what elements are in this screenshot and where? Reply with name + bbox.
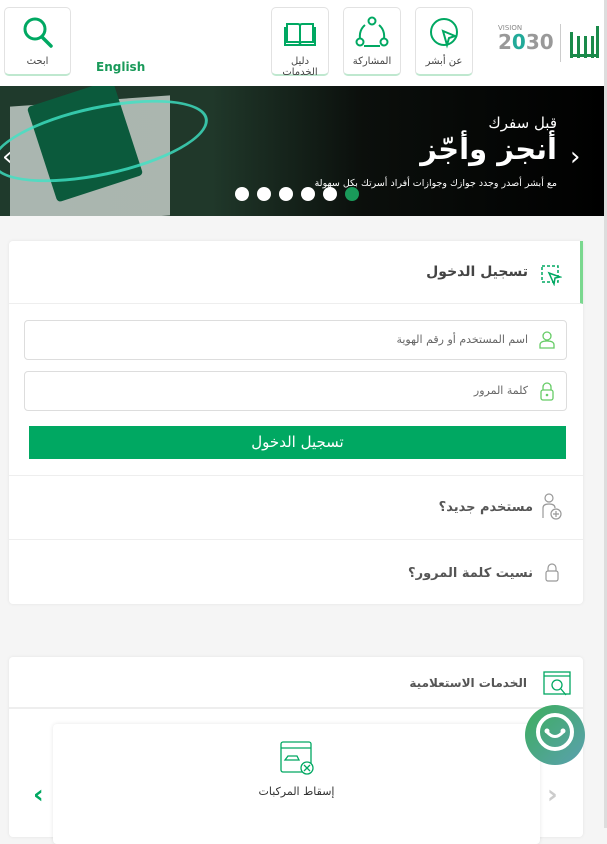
search-label: ابحث: [26, 56, 49, 67]
book-icon: [284, 23, 316, 46]
new-user-label: مستخدم جديد؟: [438, 500, 533, 515]
nav-label: المشاركة: [352, 56, 392, 67]
header: VISION 2030 عن أبشر المشاركة دليل الخدما…: [0, 0, 607, 86]
service-item[interactable]: إسقاط المركبات: [53, 724, 540, 844]
password-input[interactable]: كلمة المرور: [24, 371, 567, 411]
chat-assistant-button[interactable]: [525, 705, 585, 765]
slide-dot-active[interactable]: [345, 187, 359, 201]
nav-services-guide[interactable]: دليل الخدمات: [271, 7, 329, 78]
login-pointer-icon: [541, 265, 562, 286]
slide-dot[interactable]: [323, 187, 337, 201]
carousel-next-arrow[interactable]: ›: [547, 780, 558, 810]
add-user-icon: [542, 493, 562, 520]
login-header: تسجيل الدخول: [9, 241, 583, 304]
new-user-link[interactable]: مستخدم جديد؟: [9, 475, 583, 539]
slide-dot[interactable]: [279, 187, 293, 201]
nav-participation[interactable]: المشاركة: [343, 7, 401, 76]
vision-2030-logo: VISION 2030: [498, 24, 554, 54]
search-icon: [23, 17, 53, 48]
lock-question-icon: [545, 563, 559, 582]
chatbot-icon: [536, 713, 574, 751]
service-label: إسقاط المركبات: [258, 785, 335, 798]
nav-label: دليل الخدمات: [282, 56, 318, 78]
forgot-password-link[interactable]: نسيت كلمة المرور؟: [9, 539, 583, 603]
absher-logo[interactable]: [568, 22, 600, 62]
username-input[interactable]: اسم المستخدم أو رقم الهوية: [24, 320, 567, 360]
login-title: تسجيل الدخول: [426, 264, 528, 280]
pointer-circle-icon: [430, 18, 458, 49]
search-button[interactable]: ابحث: [4, 7, 71, 76]
carousel-prev-arrow[interactable]: ‹: [33, 780, 44, 810]
forgot-password-label: نسيت كلمة المرور؟: [408, 566, 533, 581]
login-submit-button[interactable]: تسجيل الدخول: [29, 426, 566, 459]
banner-next-arrow[interactable]: ›: [570, 142, 580, 172]
slide-dot[interactable]: [301, 187, 315, 201]
slide-dot[interactable]: [257, 187, 271, 201]
vehicle-cancel-icon: [279, 741, 314, 775]
share-nodes-icon: [355, 16, 389, 47]
inquiry-services-card: الخدمات الاستعلامية إسقاط المركبات ‹ ›: [9, 657, 583, 844]
lock-icon: [540, 382, 554, 401]
user-icon: [539, 331, 555, 349]
inquiry-search-icon: [543, 671, 571, 696]
inquiry-title: الخدمات الاستعلامية: [409, 676, 527, 690]
banner-title: أنجز وأجّز: [420, 132, 557, 166]
language-toggle[interactable]: English: [96, 60, 145, 74]
slide-dot[interactable]: [235, 187, 249, 201]
nav-about-absher[interactable]: عن أبشر: [415, 7, 473, 76]
banner-kicker: قبل سفرك: [488, 114, 557, 132]
nav-label: عن أبشر: [425, 56, 463, 67]
banner-prev-arrow[interactable]: ‹: [2, 142, 12, 172]
hero-banner: قبل سفرك أنجز وأجّز مع أبشر أصدر وجدد جو…: [0, 86, 604, 216]
